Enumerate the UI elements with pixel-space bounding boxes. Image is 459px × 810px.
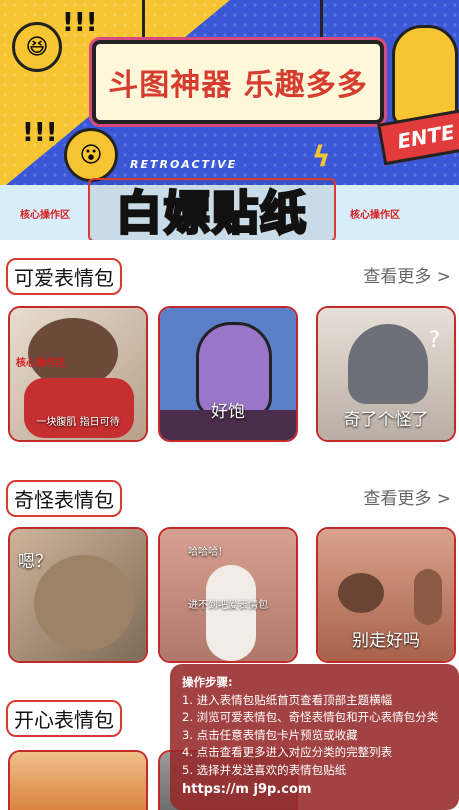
sticker-card[interactable]: 核心操作区 一块腹肌 指日可待	[8, 306, 148, 442]
section-title-weird: 奇怪表情包	[6, 480, 122, 517]
sign-rope-left	[142, 0, 145, 44]
sticker-card[interactable]: ? 奇了个怪了	[316, 306, 456, 442]
hero-title: 白嫖贴纸	[115, 185, 308, 241]
core-area-label-right: 核心操作区	[350, 210, 400, 221]
question-mark-icon: ?	[428, 328, 440, 353]
sticker-card[interactable]: 别走好吗	[316, 527, 456, 663]
retro-label: RETROACTIVE	[130, 158, 238, 171]
sticker-card[interactable]	[8, 750, 148, 810]
sticker-caption: 别走好吗	[352, 631, 420, 651]
exclamation-left: !!!	[22, 118, 58, 148]
sticker-top-text: 哈哈哈！	[188, 547, 228, 558]
sticker-caption: 进不到吧爱表情包	[188, 600, 268, 611]
laughing-emoji-icon: 😆	[12, 22, 62, 72]
operation-steps-panel: 操作步骤: 1. 进入表情包贴纸首页查看顶部主题横幅 2. 浏览可爱表情包、奇怪…	[170, 664, 459, 810]
core-area-label-card: 核心操作区	[16, 358, 66, 369]
sticker-figure	[414, 569, 442, 625]
see-more-cute-link[interactable]: 查看更多 >	[363, 262, 451, 287]
banner-sign-text: 斗图神器 乐趣多多	[108, 68, 368, 103]
section-title-cute: 可爱表情包	[6, 258, 122, 295]
sticker-image	[10, 752, 146, 810]
sticker-figure	[348, 324, 428, 404]
steps-title: 操作步骤:	[182, 675, 233, 689]
step-item: 5. 选择并发送喜欢的表情包贴纸	[182, 762, 347, 777]
step-item: 4. 点击查看更多进入对应分类的完整列表	[182, 745, 393, 759]
step-item: 3. 点击任意表情包卡片预览或收藏	[182, 727, 358, 742]
banner-sign: 斗图神器 乐趣多多	[92, 40, 384, 124]
sticker-card[interactable]: 哈哈哈！ 进不到吧爱表情包	[158, 527, 298, 663]
lightning-icon: ϟ	[312, 140, 331, 173]
core-area-label-left: 核心操作区	[20, 210, 70, 221]
sign-rope-right	[320, 0, 323, 44]
section-title-happy: 开心表情包	[6, 700, 122, 737]
sticker-card[interactable]: 好饱	[158, 306, 298, 442]
sticker-caption: 一块腹肌 指日可待	[36, 417, 120, 428]
shocked-emoji-icon: 😮	[64, 128, 118, 182]
see-more-weird-link[interactable]: 查看更多 >	[363, 484, 451, 509]
step-item: 1. 进入表情包贴纸首页查看顶部主题横幅	[182, 692, 393, 707]
sticker-figure	[206, 565, 256, 661]
sticker-shirt	[24, 378, 134, 438]
hero-title-box: 白嫖贴纸	[88, 178, 336, 240]
sticker-figure	[338, 573, 384, 613]
sticker-caption: 嗯？	[18, 552, 52, 572]
sticker-card[interactable]: 嗯？	[8, 527, 148, 663]
exclamation-top: !!!	[62, 8, 98, 38]
step-item: 2. 浏览可爱表情包、奇怪表情包和开心表情包分类	[182, 710, 439, 724]
theme-banner[interactable]: 😆 !!! !!! 😮 斗图神器 乐趣多多 RETROACTIVE ϟ ENTE…	[0, 0, 459, 240]
watermark-url: https://m j9p.com	[182, 782, 312, 797]
sticker-caption: 奇了个怪了	[343, 410, 429, 430]
sticker-caption: 好饱	[211, 402, 245, 422]
